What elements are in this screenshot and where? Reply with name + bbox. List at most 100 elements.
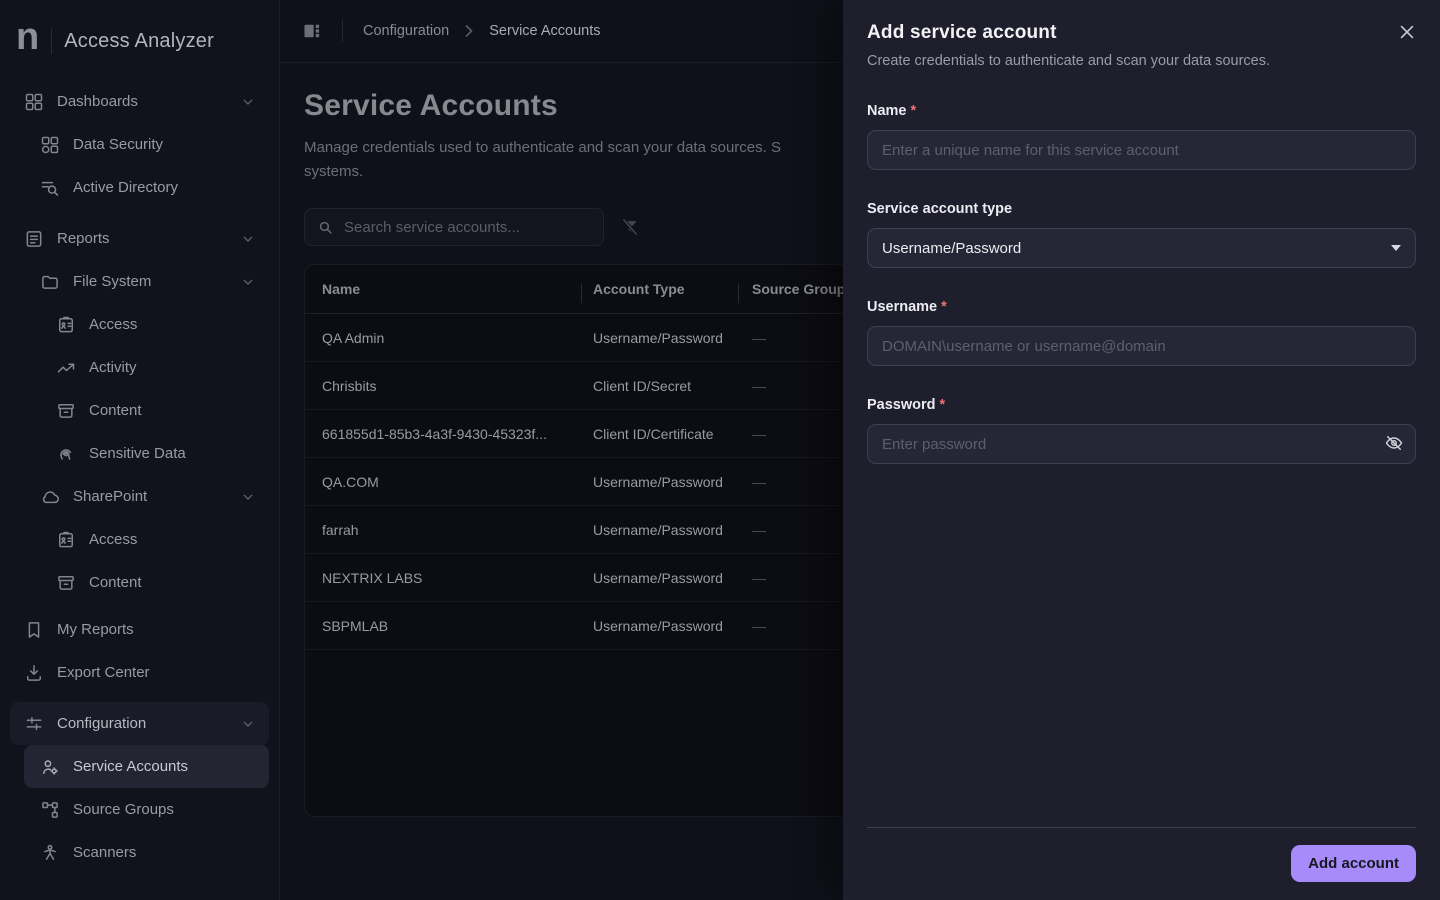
cell-name: NEXTRIX LABS [322,569,423,586]
sidebar-item-activity[interactable]: Activity [10,346,269,389]
type-label: Service account type [867,201,1013,217]
eye-off-icon[interactable] [1384,433,1404,453]
breadcrumb-configuration[interactable]: Configuration [363,23,449,39]
sidebar-item-export-center[interactable]: Export Center [10,651,269,694]
search-list-icon [40,178,60,198]
sidebar-item-label: Access [89,316,138,333]
fingerprint-icon [56,444,76,464]
drawer-title: Add service account [867,22,1057,43]
password-field-group: Password * [867,396,1416,464]
sidebar-item-label: Reports [57,230,110,247]
sidebar-item-label: Export Center [57,664,150,681]
chevron-right-icon [459,21,479,41]
sidebar-item-sensitive-data[interactable]: Sensitive Data [10,432,269,475]
download-icon [24,663,44,683]
sidebar-item-configuration[interactable]: Configuration [10,702,269,745]
sidebar-item-label: Service Accounts [73,758,189,775]
account-type-select[interactable]: Username/Password [867,228,1416,268]
cell-account-type: Username/Password [593,617,723,634]
sidebar: n Access Analyzer Dashboards Data Securit… [0,0,280,900]
sidebar-item-label: Content [89,574,142,591]
sidebar-item-label: My Reports [57,621,134,638]
search-box[interactable] [304,208,604,246]
sidebar-item-label: Dashboards [57,93,138,110]
sidebar-item-active-directory[interactable]: Active Directory [10,166,269,209]
name-input[interactable] [867,130,1416,170]
sidebar-nav: Dashboards Data Security Active Directory R… [10,74,269,874]
cloud-icon [40,487,60,507]
bookmark-icon [24,620,44,640]
sidebar-item-access[interactable]: Access [10,518,269,561]
cell-name: farrah [322,521,359,538]
name-field-group: Name * [867,102,1416,170]
filter-off-icon[interactable] [620,217,640,237]
add-account-button[interactable]: Add account [1291,845,1416,882]
username-label: Username * [867,299,947,315]
cell-account-type: Client ID/Certificate [593,425,714,442]
drawer-header: Add service account Create credentials t… [843,0,1440,69]
password-input[interactable] [867,424,1416,464]
column-header-account-type: Account Type [581,281,738,303]
sidebar-item-content[interactable]: Content [10,389,269,432]
report-icon [24,229,44,249]
sidebar-item-content[interactable]: Content [10,561,269,604]
user-cog-icon [40,757,60,777]
sidebar-item-service-accounts[interactable]: Service Accounts [24,745,269,788]
sidebar-item-label: Access [89,531,138,548]
cell-account-type: Client ID/Secret [593,377,692,394]
sidebar-toggle-icon[interactable] [302,21,322,41]
activity-icon [56,358,76,378]
person-icon [40,843,60,863]
chevron-down-icon [240,231,256,247]
sidebar-item-dashboards[interactable]: Dashboards [10,80,269,123]
cell-account-type: Username/Password [593,569,723,586]
sidebar-item-reports[interactable]: Reports [10,217,269,260]
cell-name: Chrisbits [322,377,377,394]
sidebar-item-label: Scanners [73,844,137,861]
sidebar-item-access[interactable]: Access [10,303,269,346]
network-icon [40,800,60,820]
logo-mark-icon: n [16,16,40,58]
sidebar-item-label: Sensitive Data [89,445,186,462]
search-input[interactable] [344,218,591,236]
cell-name: QA.COM [322,473,379,490]
sidebar-item-label: Configuration [57,715,147,732]
sidebar-item-label: Source Groups [73,801,174,818]
chevron-down-icon [240,489,256,505]
app-root: n Access Analyzer Dashboards Data Securit… [0,0,1440,900]
sliders-icon [24,714,44,734]
username-input[interactable] [867,326,1416,366]
cell-name: SBPMLAB [322,617,389,634]
close-icon[interactable] [1397,22,1417,42]
account-type-value: Username/Password [882,239,1022,257]
id-badge-icon [56,530,76,550]
chevron-down-icon [240,274,256,290]
drawer-form: Name* Service account type Username/Pass… [843,102,1440,494]
required-asterisk: * [941,299,947,315]
sidebar-item-label: Data Security [73,136,164,153]
cell-account-type: Username/Password [593,521,723,538]
data-security-icon [40,135,60,155]
topbar-divider [342,20,343,42]
sidebar-item-file-system[interactable]: File System [10,260,269,303]
breadcrumb-service-accounts: Service Accounts [489,23,601,39]
cell-name: QA Admin [322,329,385,346]
sidebar-item-my-reports[interactable]: My Reports [10,608,269,651]
cell-name: 661855d1-85b3-4a3f-9430-45323f... [322,425,547,442]
column-header-name: Name [322,281,361,297]
layout-grid-icon [24,92,44,112]
cell-account-type: Username/Password [593,473,723,490]
sidebar-item-sharepoint[interactable]: SharePoint [10,475,269,518]
sidebar-item-source-groups[interactable]: Source Groups [10,788,269,831]
name-label: Name * [867,103,917,119]
drawer-footer: Add account [867,827,1416,900]
sidebar-item-data-security[interactable]: Data Security [10,123,269,166]
app-title: Access Analyzer [64,29,214,52]
sidebar-item-label: Content [89,402,142,419]
drawer-spacer [843,494,1440,827]
archive-icon [56,401,76,421]
logo-divider [51,28,53,54]
drawer-subtitle: Create credentials to authenticate and s… [867,53,1271,69]
search-icon [317,219,334,236]
sidebar-item-scanners[interactable]: Scanners [10,831,269,874]
